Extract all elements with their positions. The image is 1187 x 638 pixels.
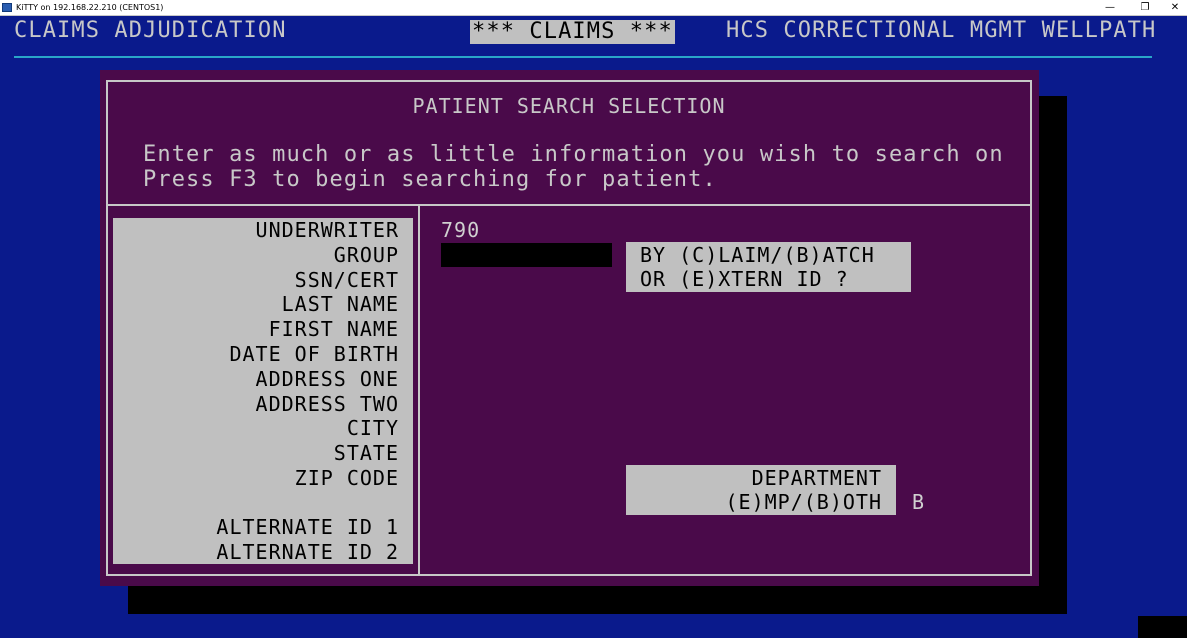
label-state: STATE	[333, 441, 399, 465]
window-titlebar: KiTTY on 192.168.22.210 (CENTOS1) — ❐ ✕	[0, 0, 1187, 16]
label-date-of-birth: DATE OF BIRTH	[229, 342, 399, 366]
claim-batch-prompt-line-2: OR (E)XTERN ID ?	[640, 267, 849, 291]
claim-batch-prompt-line-1: BY (C)LAIM/(B)ATCH	[640, 243, 875, 267]
header-divider	[14, 56, 1152, 58]
terminal-scroll-strip	[1138, 16, 1187, 638]
department-field[interactable]: B	[912, 490, 925, 514]
department-prompt-line-2: (E)MP/(B)OTH	[725, 490, 882, 514]
restore-button[interactable]: ❐	[1130, 0, 1160, 15]
department-prompt: DEPARTMENT (E)MP/(B)OTH	[626, 465, 896, 515]
dialog-divider-vertical	[418, 205, 420, 576]
label-group: GROUP	[333, 243, 399, 267]
group-field[interactable]	[441, 243, 612, 267]
underwriter-field[interactable]: 790	[441, 218, 480, 242]
label-address-one: ADDRESS ONE	[255, 367, 399, 391]
label-ssn-cert: SSN/CERT	[294, 268, 399, 292]
dialog-shadow-right	[1039, 96, 1067, 614]
label-last-name: LAST NAME	[281, 292, 399, 316]
label-alternate-id-2: ALTERNATE ID 2	[216, 540, 399, 564]
dialog-divider-horizontal	[106, 204, 1032, 206]
label-zip-code: ZIP CODE	[294, 466, 399, 490]
dialog-shadow-bottom	[128, 586, 1067, 614]
module-badge: *** CLAIMS ***	[470, 19, 675, 44]
label-alternate-id-1: ALTERNATE ID 1	[216, 515, 399, 539]
window-title: KiTTY on 192.168.22.210 (CENTOS1)	[16, 3, 164, 12]
scroll-corner	[1138, 616, 1187, 638]
instruction-line-2: Press F3 to begin searching for patient.	[143, 167, 717, 192]
label-first-name: FIRST NAME	[268, 317, 399, 341]
close-button[interactable]: ✕	[1160, 0, 1187, 15]
field-labels-panel: UNDERWRITER GROUP SSN/CERT LAST NAME FIR…	[113, 218, 413, 564]
department-prompt-line-1: DEPARTMENT	[751, 466, 882, 490]
claim-batch-prompt: BY (C)LAIM/(B)ATCH OR (E)XTERN ID ?	[626, 242, 911, 292]
label-underwriter: UNDERWRITER	[255, 218, 399, 242]
minimize-button[interactable]: —	[1095, 0, 1125, 15]
screen-name: CLAIMS ADJUDICATION	[14, 18, 287, 43]
instruction-line-1: Enter as much or as little information y…	[143, 142, 1004, 167]
kitty-app-icon	[2, 3, 12, 12]
dialog-title: PATIENT SEARCH SELECTION	[412, 94, 726, 118]
label-city: CITY	[346, 416, 399, 440]
label-address-two: ADDRESS TWO	[255, 392, 399, 416]
company-name: HCS CORRECTIONAL MGMT WELLPATH	[726, 18, 1157, 43]
